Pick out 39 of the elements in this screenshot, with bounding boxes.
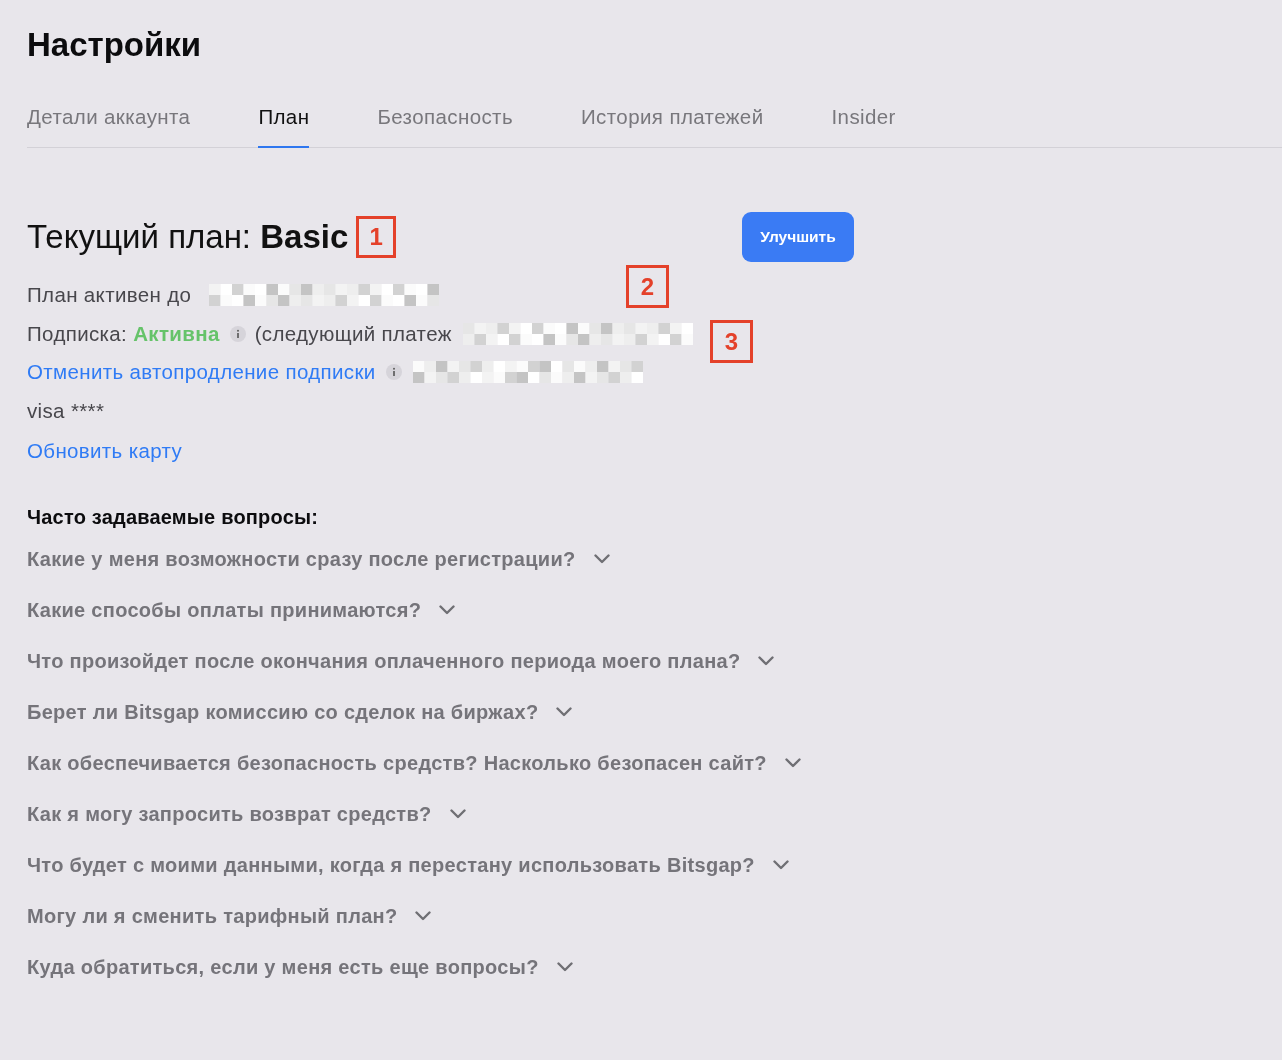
faq-question[interactable]: Какие способы оплаты принимаются? bbox=[27, 598, 456, 622]
faq-question[interactable]: Куда обратиться, если у меня есть еще вопросы? bbox=[27, 955, 573, 979]
update-card-link[interactable]: Обновить карту bbox=[27, 439, 183, 464]
faq-question[interactable]: Что произойдет после окончания оплаченного периода моего плана? bbox=[27, 649, 775, 673]
chevron-icon bbox=[439, 605, 456, 615]
card-number: visa **** bbox=[27, 398, 105, 423]
annotation-number: 2 bbox=[626, 265, 669, 308]
info-icon[interactable] bbox=[385, 364, 402, 381]
chevron-icon bbox=[449, 809, 466, 819]
active-until-label: План активен до bbox=[27, 283, 192, 308]
tab[interactable]: Insider bbox=[831, 105, 896, 148]
faq-heading: Часто задаваемые вопросы: bbox=[27, 504, 320, 529]
plan-heading: Текущий план: Basic bbox=[27, 217, 349, 257]
upgrade-button[interactable]: Улучшить bbox=[742, 212, 854, 262]
page-title: Настройки bbox=[27, 27, 203, 63]
tab[interactable]: Детали аккаунта bbox=[27, 105, 191, 148]
chevron-icon bbox=[556, 962, 573, 972]
next-payment-label: (следующий платеж bbox=[254, 321, 452, 346]
chevron-icon bbox=[784, 758, 801, 768]
faq-question[interactable]: Что будет с моими данными, когда я перестану использовать Bitsgap? bbox=[27, 853, 789, 877]
chevron-icon bbox=[593, 554, 610, 564]
chevron-icon bbox=[772, 860, 789, 870]
faq-question[interactable]: Как обеспечивается безопасность средств? Насколько безопасен сайт? bbox=[27, 751, 801, 775]
annotation-number: 1 bbox=[356, 216, 397, 258]
annotation-number: 3 bbox=[710, 320, 753, 363]
chevron-icon bbox=[556, 707, 573, 717]
subscription-status: Активна bbox=[133, 321, 220, 346]
faq-question[interactable]: Могу ли я сменить тарифный план? bbox=[27, 904, 432, 928]
tab[interactable]: История платежей bbox=[581, 105, 764, 148]
chevron-icon bbox=[758, 656, 775, 666]
info-icon[interactable] bbox=[229, 325, 246, 342]
tab[interactable]: Безопасность bbox=[377, 105, 513, 148]
subscription-label: Подписка: bbox=[27, 321, 128, 346]
faq-question[interactable]: Как я могу запросить возврат средств? bbox=[27, 802, 466, 826]
tab[interactable]: План bbox=[258, 105, 310, 148]
faq-question[interactable]: Какие у меня возможности сразу после регистрации? bbox=[27, 547, 610, 571]
chevron-icon bbox=[415, 911, 432, 921]
cancel-renewal-link[interactable]: Отменить автопродление подписки bbox=[27, 360, 376, 385]
faq-question[interactable]: Берет ли Bitsgap комиссию со сделок на биржах? bbox=[27, 700, 573, 724]
